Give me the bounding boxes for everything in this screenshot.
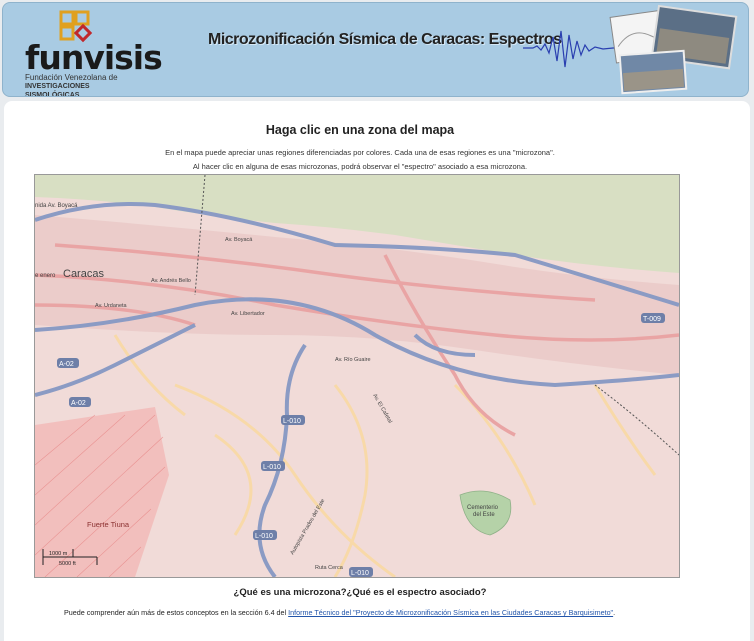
shield-l010-4: L-010: [351, 570, 369, 577]
main-content: Haga clic en una zona del mapa En el map…: [4, 101, 750, 641]
shield-l010-1: L-010: [283, 418, 301, 425]
logo-wordmark: funvisis: [25, 38, 163, 77]
shield-a02-mid: A-02: [71, 400, 86, 407]
label-cementerio-2: del Este: [473, 512, 495, 518]
label-boyaca: nida Av. Boyacá: [35, 203, 78, 209]
shield-t009: T-009: [643, 316, 661, 323]
shield-l010-3: L-010: [255, 533, 273, 540]
label-rio-guaire: Av. Río Guaire: [335, 357, 371, 363]
main-heading: Haga clic en una zona del mapa: [265, 123, 455, 137]
footnote-suffix: .: [613, 608, 616, 617]
scale-imperial-label: 5000 ft: [59, 561, 76, 567]
logo-subtitle: Fundación Venezolana de INVESTIGACIONES …: [25, 73, 145, 97]
label-prados: Autopista Prados del Este: [290, 498, 327, 556]
page-title: Microzonificación Sísmica de Caracas: Es…: [208, 31, 562, 48]
questions-footnote: Puede comprender aún más de estos concep…: [64, 608, 615, 617]
shield-l010-2: L-010: [263, 464, 281, 471]
intro-line-1: En el mapa puede apreciar unas regiones …: [165, 148, 555, 157]
label-av-boyaca: Av. Boyacá: [225, 237, 253, 243]
map-canvas[interactable]: A-02 A-02 L-010 L-010 L-010 L-010 T-009 …: [35, 175, 679, 577]
footnote-prefix: Puede comprender aún más de estos concep…: [64, 608, 289, 617]
funvisis-logo[interactable]: funvisis Fundación Venezolana de INVESTI…: [15, 8, 163, 96]
label-caracas: Caracas: [63, 268, 104, 280]
questions-title: ¿Qué es una microzona?¿Qué es el espectr…: [233, 587, 487, 598]
shield-a02-top: A-02: [59, 361, 74, 368]
label-libertador: Av. Libertador: [231, 311, 265, 317]
label-andres-bello: Av. Andrés Bello: [151, 278, 191, 284]
map-scale-bar: 1000 m 5000 ft: [41, 546, 99, 568]
label-el-cafetal: Av. El Cafetal: [371, 393, 393, 424]
label-urdaneta: Av. Urdaneta: [95, 303, 128, 309]
logo-subtitle-line2: INVESTIGACIONES SISMOLÓGICAS: [25, 83, 90, 97]
logo-subtitle-line1: Fundación Venezolana de: [25, 73, 118, 82]
intro-line-2: Al hacer clic en alguna de esas microzon…: [192, 162, 528, 171]
scale-metric-label: 1000 m: [49, 551, 68, 557]
label-enero: e enero: [35, 273, 56, 279]
label-fuerte-tiuna: Fuerte Tiuna: [87, 520, 130, 529]
header-banner: funvisis Fundación Venezolana de INVESTI…: [2, 2, 749, 97]
label-cementerio-1: Cementerio: [467, 505, 499, 511]
informe-tecnico-link[interactable]: Informe Técnico del "Proyecto de Microzo…: [288, 608, 613, 617]
label-ruta-cerca: Ruta Cerca: [315, 565, 344, 571]
microzone-map[interactable]: A-02 A-02 L-010 L-010 L-010 L-010 T-009 …: [34, 174, 680, 578]
photos-collage: [609, 4, 738, 95]
